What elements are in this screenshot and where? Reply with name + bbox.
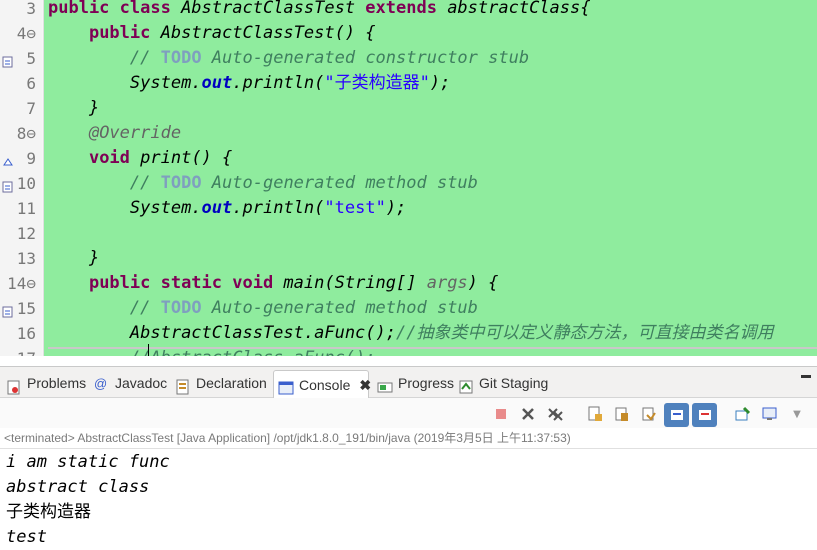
line-number: 14⊖ — [0, 271, 42, 296]
pin-console-icon[interactable] — [732, 403, 754, 425]
code-line[interactable]: } — [44, 96, 817, 121]
tab-declaration[interactable]: Declaration — [171, 369, 271, 398]
terminate-icon[interactable] — [490, 403, 512, 425]
task-marker-icon — [2, 178, 14, 193]
scroll-lock-icon[interactable] — [611, 403, 633, 425]
code-line[interactable]: public AbstractClassTest() { — [44, 21, 817, 46]
problems-icon — [6, 376, 22, 394]
line-number: 7 — [0, 96, 42, 121]
code-editor[interactable]: public class AbstractClassTest extends a… — [0, 0, 817, 356]
tab-console[interactable]: Console ✖ — [273, 370, 371, 400]
code-line[interactable] — [44, 221, 817, 246]
close-icon[interactable]: ✖ — [359, 371, 371, 400]
line-number: 6 — [0, 71, 42, 96]
progress-icon — [377, 376, 393, 392]
git-staging-icon — [458, 376, 474, 393]
clear-console-icon[interactable] — [584, 403, 606, 425]
line-number: 12 — [0, 221, 42, 246]
line-number: 4⊖ — [0, 21, 42, 46]
tab-problems[interactable]: Problems — [2, 369, 90, 398]
code-line[interactable]: public class AbstractClassTest extends a… — [44, 0, 817, 21]
code-line[interactable]: @Override — [44, 121, 817, 146]
tab-progress[interactable]: Progress — [373, 369, 458, 398]
console-line: 子类构造器 — [6, 502, 91, 522]
code-line[interactable]: // TODO Auto-generated constructor stub — [44, 46, 817, 71]
code-line[interactable]: System.out.println("test"); — [44, 196, 817, 221]
display-console-icon[interactable] — [759, 403, 781, 425]
tab-label: Declaration — [196, 375, 267, 391]
line-number: 11 — [0, 196, 42, 221]
minimize-icon[interactable] — [801, 375, 811, 378]
task-marker-icon — [2, 53, 14, 68]
line-number: 17 — [0, 346, 42, 356]
javadoc-icon: @ — [94, 375, 108, 391]
line-number: 3 — [0, 0, 42, 21]
console-icon — [278, 377, 294, 395]
code-area[interactable]: public class AbstractClassTest extends a… — [44, 0, 817, 356]
remove-launch-icon[interactable] — [517, 403, 539, 425]
chevron-down-icon[interactable]: ▼ — [786, 403, 808, 425]
code-line[interactable]: void print() { — [44, 146, 817, 171]
console-line: test — [6, 527, 47, 547]
line-number: 13 — [0, 246, 42, 271]
console-output[interactable]: i am static func abstract class 子类构造器 te… — [0, 448, 817, 550]
tab-javadoc[interactable]: @ Javadoc — [90, 369, 171, 398]
task-marker-icon — [2, 303, 14, 318]
code-line[interactable]: AbstractClassTest.aFunc();//抽象类中可以定义静态方法… — [44, 321, 817, 346]
code-line[interactable]: public static void main(String[] args) { — [44, 271, 817, 296]
remove-all-terminated-icon[interactable] — [545, 403, 567, 425]
bottom-view-tabs: Problems @ Javadoc Declaration Console ✖… — [0, 366, 817, 400]
tab-label: Progress — [398, 375, 455, 391]
show-on-stderr-icon[interactable] — [692, 403, 717, 427]
declaration-icon — [175, 376, 191, 394]
tab-git-staging[interactable]: Git Staging — [454, 369, 552, 398]
launch-status: <terminated> AbstractClassTest [Java App… — [4, 431, 571, 445]
code-line[interactable]: // TODO Auto-generated method stub — [44, 296, 817, 321]
code-line[interactable]: // TODO Auto-generated method stub — [44, 171, 817, 196]
console-toolbar: ▼ — [0, 398, 817, 428]
line-number: 16 — [0, 321, 42, 346]
word-wrap-icon[interactable] — [638, 403, 660, 425]
override-marker-icon — [2, 153, 14, 166]
editor-divider — [48, 347, 817, 349]
code-line[interactable]: } — [44, 246, 817, 271]
tab-label: Problems — [27, 375, 87, 391]
show-on-stdout-icon[interactable] — [664, 403, 689, 427]
console-line: abstract class — [6, 477, 150, 497]
text-cursor — [148, 344, 149, 356]
tab-label: Console — [299, 376, 351, 393]
tab-label: Git Staging — [479, 375, 549, 391]
tab-label: Javadoc — [115, 375, 168, 391]
console-line: i am static func — [6, 452, 170, 472]
line-number: 8⊖ — [0, 121, 42, 146]
code-line[interactable]: System.out.println("子类构造器"); — [44, 71, 817, 96]
